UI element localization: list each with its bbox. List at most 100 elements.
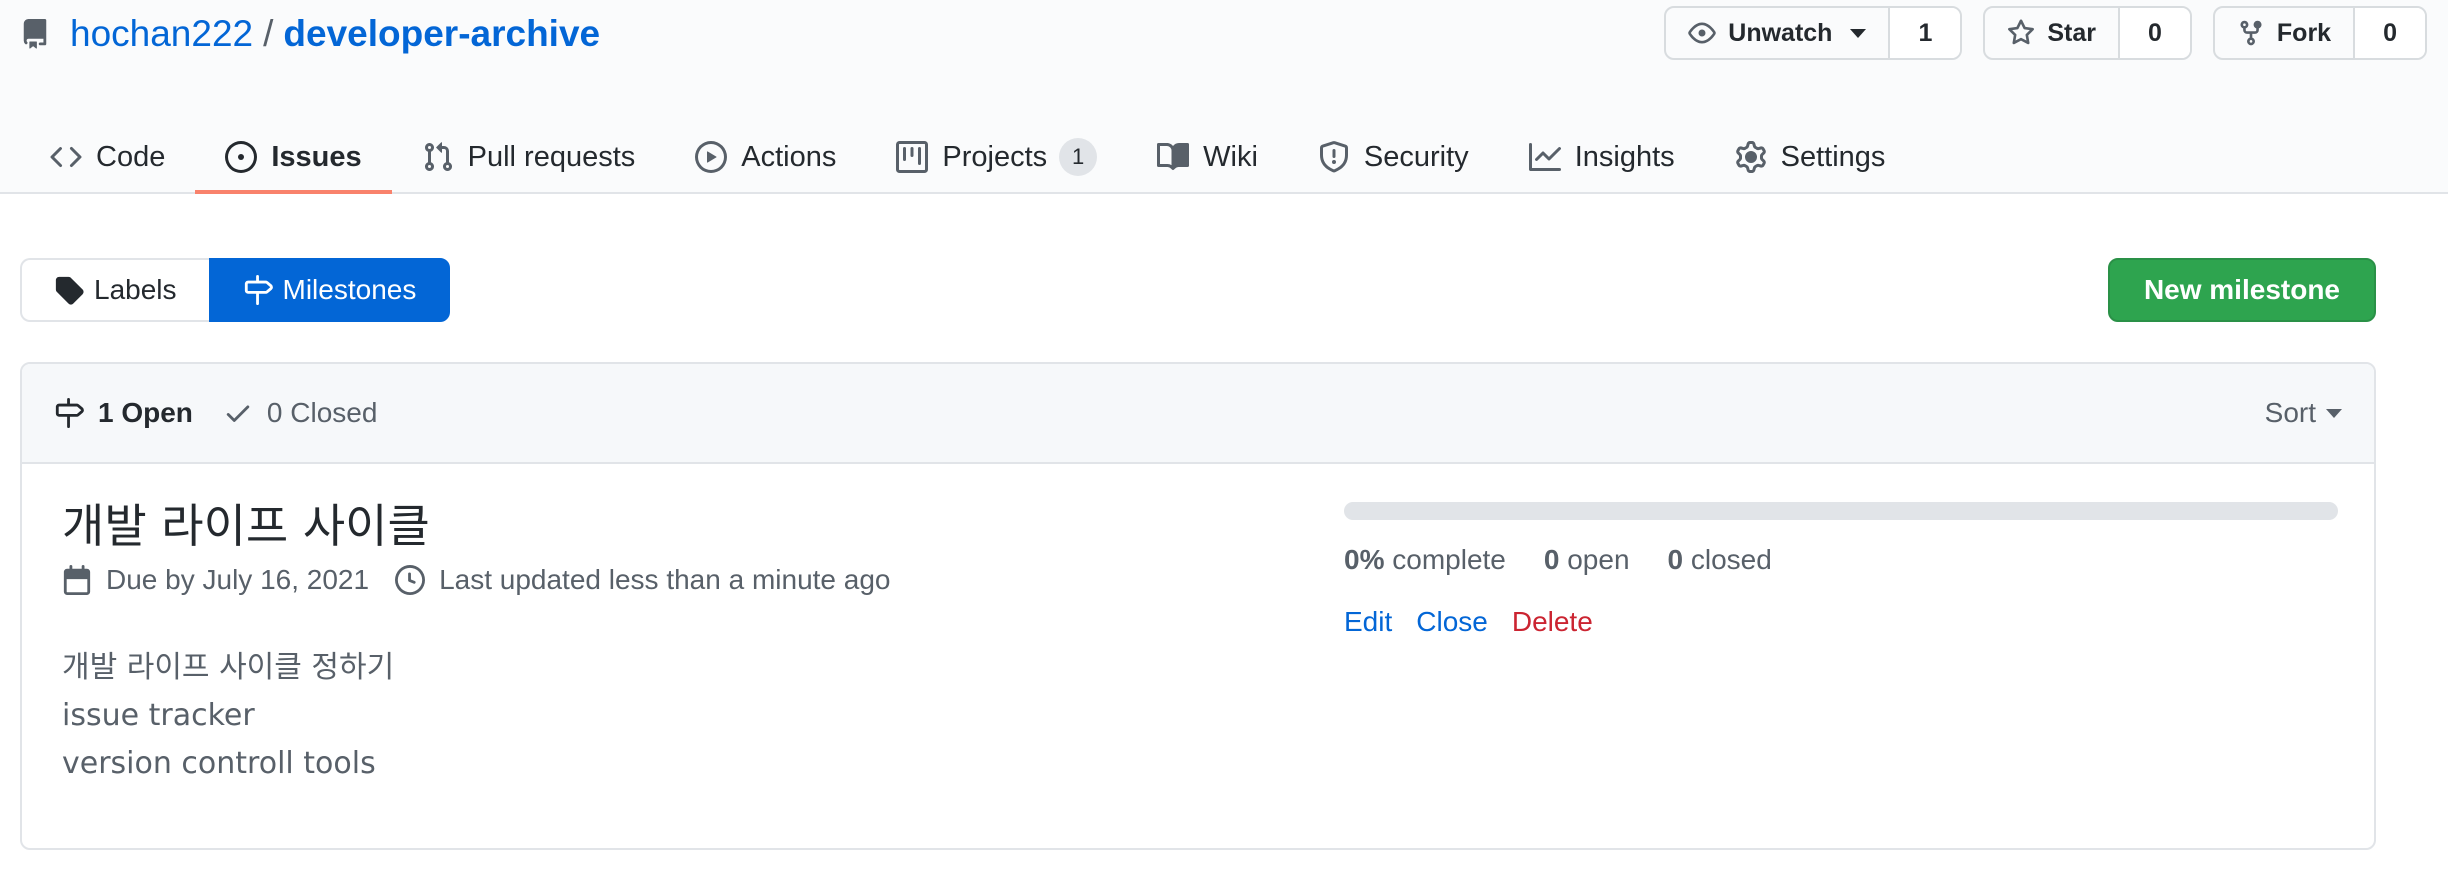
star-icon — [2008, 19, 2035, 45]
progress-bar — [1344, 502, 2338, 520]
graph-icon — [1528, 143, 1561, 171]
watchers-count[interactable]: 1 — [1890, 8, 1961, 58]
tab-issues[interactable]: Issues — [195, 120, 392, 194]
tab-security[interactable]: Security — [1318, 120, 1469, 194]
milestone-stats: 0% complete 0 open 0 closed — [1344, 544, 2338, 576]
closed-count: 0 — [1667, 544, 1684, 575]
issue-opened-icon — [225, 141, 258, 173]
tab-actions-label: Actions — [741, 140, 837, 173]
tab-issues-label: Issues — [271, 140, 362, 173]
fork-button-group: Fork 0 — [2212, 6, 2427, 60]
gear-icon — [1735, 141, 1766, 173]
open-filter[interactable]: 1 Open — [54, 397, 193, 429]
pull-request-icon — [424, 142, 452, 172]
open-filter-label: 1 Open — [98, 397, 193, 428]
milestone-meta: Due by July 16, 2021 Last updated less t… — [62, 564, 917, 596]
tab-settings[interactable]: Settings — [1735, 120, 1886, 194]
milestones-list-header: 1 Open 0 Closed Sort — [22, 364, 2374, 464]
fork-label: Fork — [2276, 18, 2332, 47]
play-icon — [695, 141, 728, 173]
shield-icon — [1319, 141, 1348, 173]
repo-icon — [20, 19, 50, 49]
tab-code-label: Code — [96, 140, 166, 173]
code-icon — [50, 146, 82, 168]
complete-stat: 0% complete — [1344, 544, 1506, 576]
closed-filter-label: 0 Closed — [266, 397, 378, 428]
milestones-list: 1 Open 0 Closed Sort 개발 라이프 사이클 Due by J… — [20, 362, 2376, 850]
unwatch-label: Unwatch — [1728, 18, 1833, 47]
tab-settings-label: Settings — [1780, 140, 1886, 173]
star-button-group: Star 0 — [1983, 6, 2192, 60]
fork-button[interactable]: Fork — [2215, 8, 2356, 58]
milestone-title[interactable]: 개발 라이프 사이클 — [62, 490, 430, 556]
project-icon — [896, 141, 929, 173]
closed-filter[interactable]: 0 Closed — [223, 397, 378, 429]
tab-security-label: Security — [1363, 140, 1469, 173]
repo-nav: Code Issues Pull requests Actions Projec… — [0, 120, 1945, 194]
closed-stat[interactable]: 0 closed — [1668, 544, 1772, 576]
repo-actions: Unwatch 1 Star 0 Fork 0 — [1664, 6, 2448, 60]
milestone-due-text: Due by July 16, 2021 — [106, 564, 370, 595]
milestone-updated: Last updated less than a minute ago — [395, 564, 891, 596]
repo-separator: / — [263, 13, 274, 54]
milestone-description: 개발 라이프 사이클 정하기 issue tracker version con… — [62, 644, 394, 788]
sort-dropdown[interactable]: Sort — [2265, 364, 2342, 462]
milestone-icon — [55, 398, 84, 428]
labels-tab-label: Labels — [94, 274, 177, 305]
tab-pull-requests-label: Pull requests — [467, 140, 636, 173]
milestone-actions: Edit Close Delete — [1344, 606, 2338, 638]
percent-value: 0% — [1344, 544, 1385, 575]
closed-label: closed — [1690, 544, 1772, 575]
tab-projects[interactable]: Projects 1 — [896, 120, 1098, 194]
delete-link[interactable]: Delete — [1512, 606, 1593, 638]
repo-header: hochan222 / developer-archive Unwatch 1 … — [0, 0, 2448, 194]
calendar-icon — [63, 565, 91, 595]
repo-owner-link[interactable]: hochan222 — [70, 13, 253, 55]
tab-projects-label: Projects — [942, 140, 1048, 173]
watch-button-group: Unwatch 1 — [1664, 6, 1963, 60]
milestone-item: 개발 라이프 사이클 Due by July 16, 2021 Last upd… — [22, 464, 2374, 848]
open-label: open — [1567, 544, 1630, 575]
description-line: 개발 라이프 사이클 정하기 — [62, 650, 395, 685]
tab-wiki-label: Wiki — [1203, 140, 1258, 173]
milestone-icon — [244, 275, 273, 305]
milestone-due: Due by July 16, 2021 — [62, 564, 369, 596]
projects-counter: 1 — [1059, 138, 1098, 176]
tab-insights[interactable]: Insights — [1528, 120, 1675, 194]
tab-code[interactable]: Code — [50, 120, 165, 194]
tab-actions[interactable]: Actions — [695, 120, 836, 194]
check-icon — [226, 405, 250, 422]
tab-insights-label: Insights — [1574, 140, 1675, 173]
clock-icon — [395, 565, 426, 595]
milestone-updated-text: Last updated less than a minute ago — [439, 564, 891, 595]
tab-wiki[interactable]: Wiki — [1157, 120, 1258, 194]
open-stat[interactable]: 0 open — [1544, 544, 1630, 576]
milestones-tab[interactable]: Milestones — [208, 258, 451, 322]
labels-tab[interactable]: Labels — [20, 258, 209, 322]
close-link[interactable]: Close — [1416, 606, 1488, 638]
forks-count[interactable]: 0 — [2355, 8, 2425, 58]
caret-down-icon — [1850, 28, 1867, 38]
fork-icon — [2240, 20, 2262, 46]
edit-link[interactable]: Edit — [1344, 606, 1392, 638]
caret-down-icon — [2326, 408, 2342, 418]
eye-icon — [1688, 22, 1716, 44]
tab-pull-requests[interactable]: Pull requests — [422, 120, 636, 194]
milestone-progress: 0% complete 0 open 0 closed Edit Close D… — [1344, 502, 2338, 638]
tag-icon — [55, 276, 84, 305]
milestones-tab-label: Milestones — [282, 274, 417, 305]
description-line: issue tracker — [62, 698, 255, 733]
repo-title: hochan222 / developer-archive — [20, 6, 600, 62]
book-icon — [1157, 142, 1190, 170]
description-line: version controll tools — [62, 746, 376, 781]
repo-name-link[interactable]: developer-archive — [283, 13, 600, 55]
complete-label: complete — [1392, 544, 1506, 575]
star-button[interactable]: Star — [1985, 8, 2120, 58]
open-count: 0 — [1543, 544, 1560, 575]
star-label: Star — [2047, 18, 2096, 47]
stars-count[interactable]: 0 — [2120, 8, 2190, 58]
sort-label: Sort — [2264, 397, 2316, 428]
new-milestone-button[interactable]: New milestone — [2107, 258, 2376, 322]
unwatch-button[interactable]: Unwatch — [1666, 8, 1891, 58]
labels-milestones-toggle: Labels Milestones — [20, 258, 451, 322]
